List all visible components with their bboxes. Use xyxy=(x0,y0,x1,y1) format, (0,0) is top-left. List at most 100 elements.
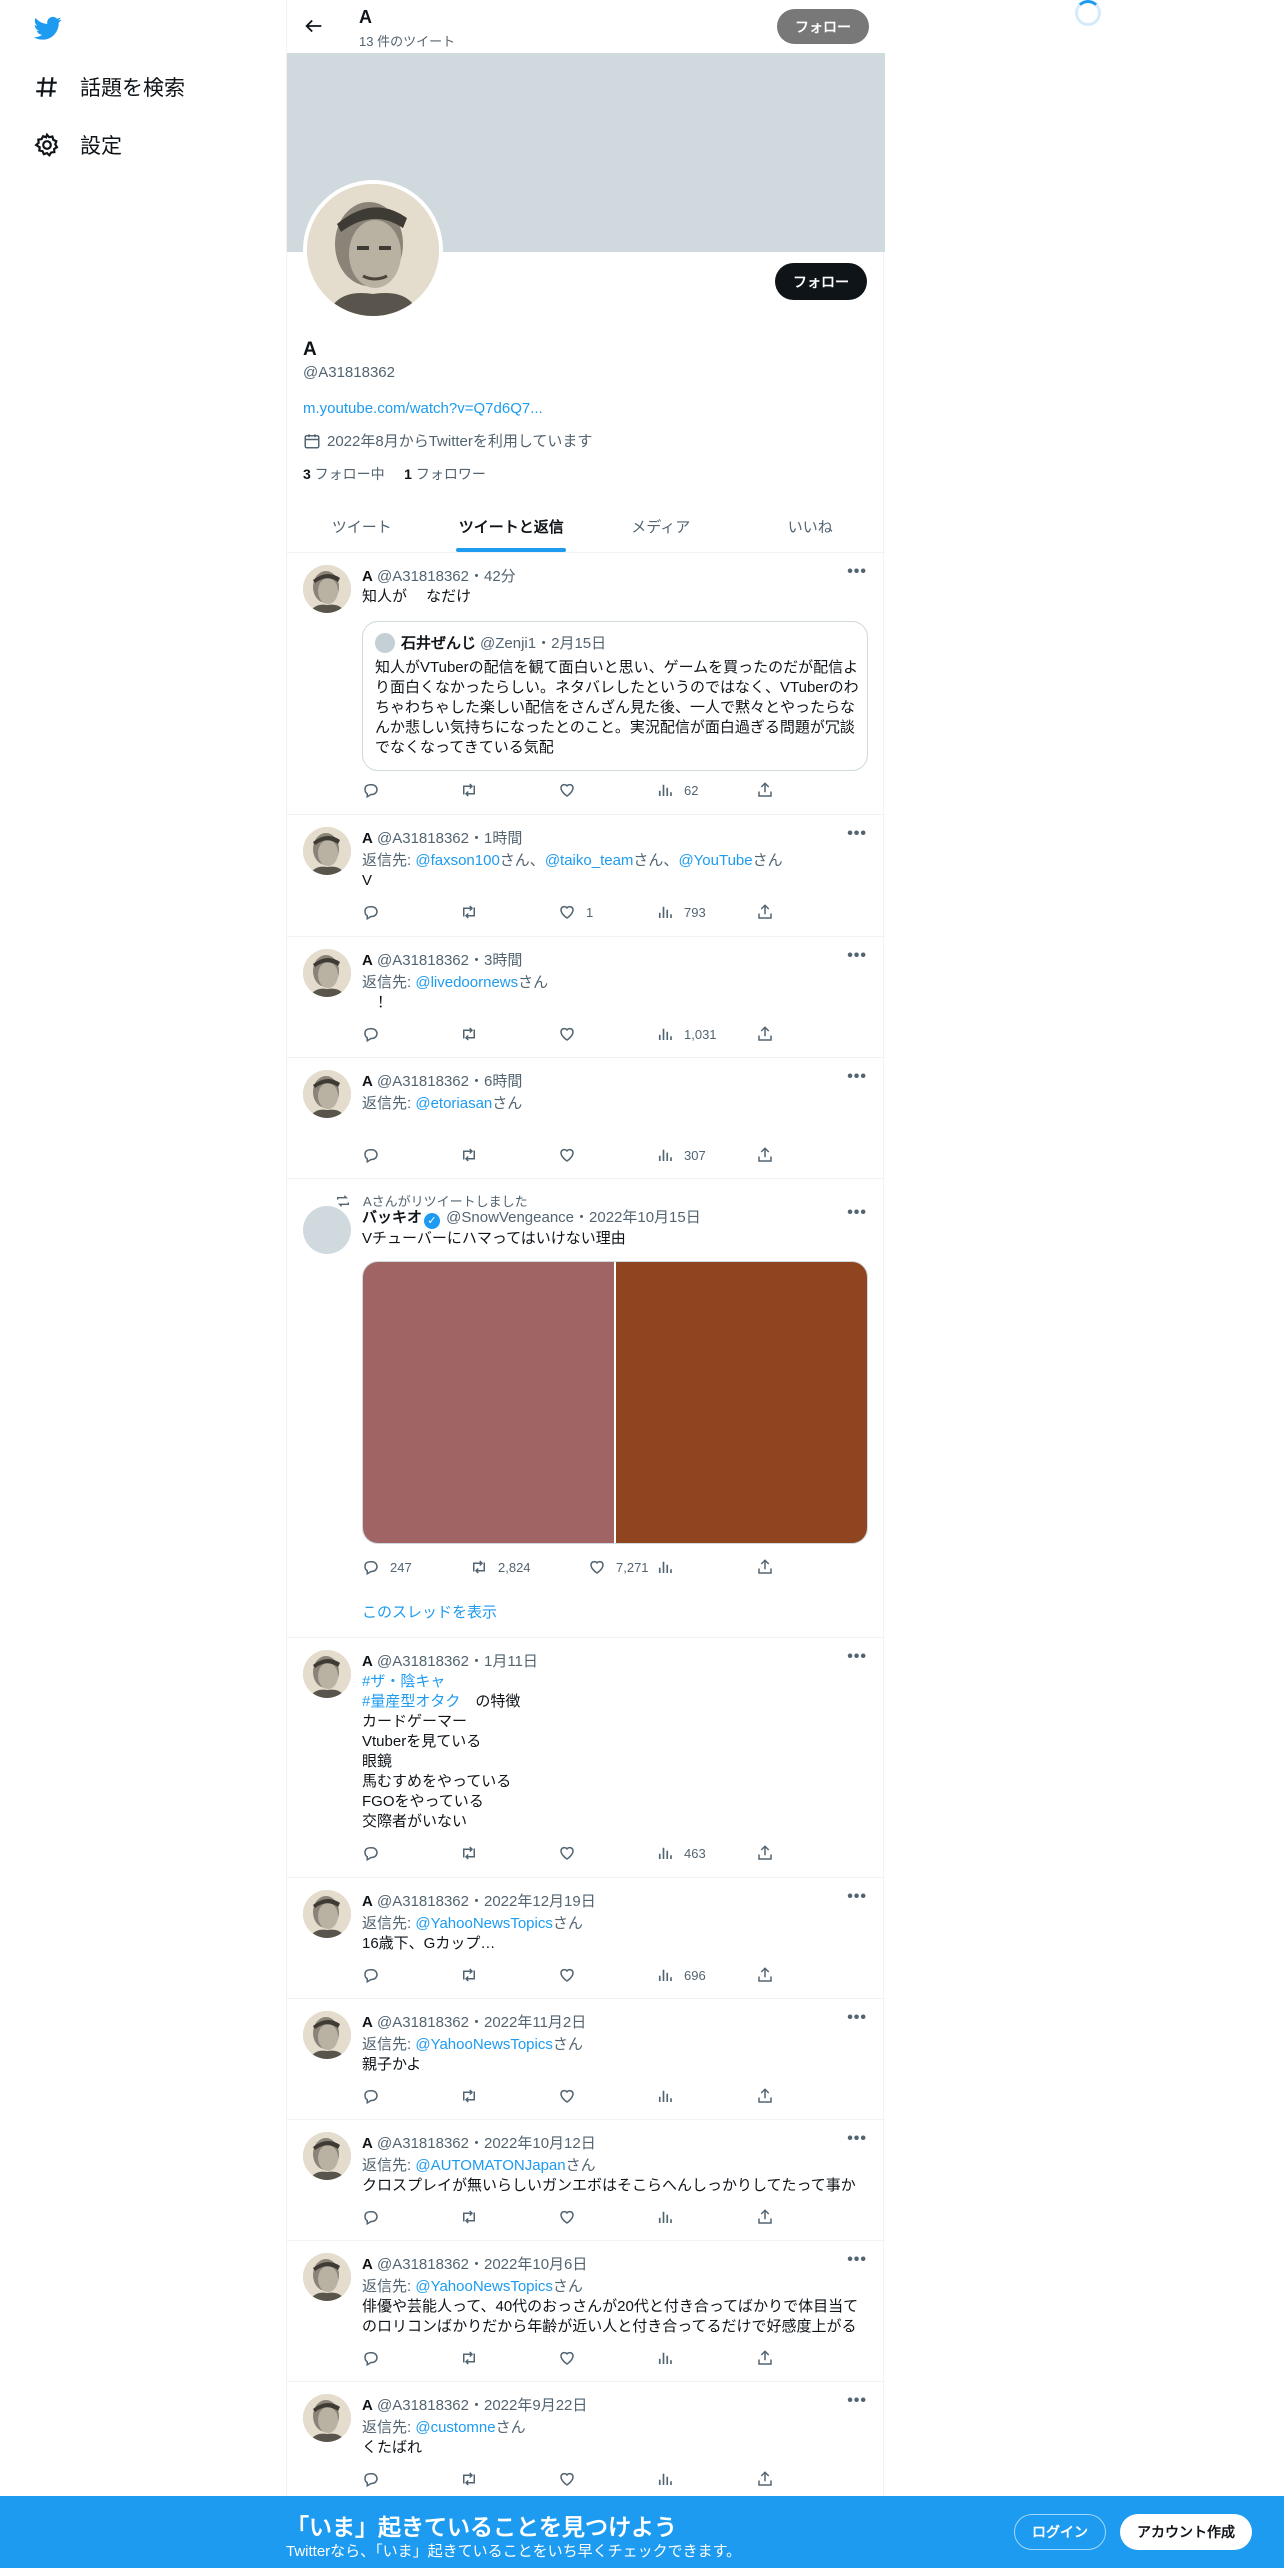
reply-button[interactable] xyxy=(362,1844,390,1862)
following-link[interactable]: 3 フォロー中 xyxy=(303,466,385,482)
reply-button[interactable] xyxy=(362,1966,390,1984)
reply-button[interactable] xyxy=(362,2087,390,2105)
share-button[interactable] xyxy=(756,1025,784,1043)
tab-media[interactable]: メディア xyxy=(586,500,736,552)
mention-link[interactable]: @YahooNewsTopics xyxy=(415,1915,553,1932)
retweet-button[interactable] xyxy=(460,2208,488,2226)
retweet-button[interactable] xyxy=(460,1844,488,1862)
retweet-button[interactable] xyxy=(460,781,488,799)
share-button[interactable] xyxy=(756,781,784,799)
tweet-item[interactable]: A @A31818362・2022年10月6日 ••• 返信先: @YahooN… xyxy=(287,2241,885,2382)
header-follow-button[interactable]: フォロー xyxy=(777,9,869,44)
more-icon[interactable]: ••• xyxy=(847,825,867,843)
like-button[interactable]: 1 xyxy=(558,903,593,921)
mention-link[interactable]: @AUTOMATONJapan xyxy=(415,2157,565,2174)
tweet-item[interactable]: A @A31818362・1月11日 ••• #ザ・陰キャ #量産型オタク の特… xyxy=(287,1638,885,1878)
follow-button[interactable]: フォロー xyxy=(775,263,867,300)
reply-button[interactable]: 247 xyxy=(362,1558,412,1576)
views-button[interactable] xyxy=(656,1558,684,1576)
views-button[interactable]: 696 xyxy=(656,1966,706,1984)
share-button[interactable] xyxy=(756,1966,784,1984)
tweet-item[interactable]: A @A31818362・42分 ••• 知人が なだけ 石井ぜんじ @Zenji… xyxy=(287,553,885,815)
avatar[interactable] xyxy=(303,1890,351,1938)
followers-link[interactable]: 1 フォロワー xyxy=(404,466,486,482)
twitter-logo-icon[interactable] xyxy=(32,14,64,42)
mention-link[interactable]: @YahooNewsTopics xyxy=(415,2036,553,2053)
media-image-right[interactable] xyxy=(616,1262,867,1543)
reply-button[interactable] xyxy=(362,1025,390,1043)
views-button[interactable]: 793 xyxy=(656,903,706,921)
tweet-item[interactable]: A @A31818362・6時間 ••• 返信先: @etoriasanさん 3… xyxy=(287,1058,885,1179)
retweet-button[interactable] xyxy=(460,2470,488,2488)
like-button[interactable] xyxy=(558,2470,586,2488)
profile-avatar[interactable] xyxy=(303,180,443,320)
mention-link[interactable]: @faxson100 xyxy=(415,852,499,869)
avatar[interactable] xyxy=(303,1206,351,1254)
tab-tweets-and-replies[interactable]: ツイートと返信 xyxy=(437,500,587,552)
quoted-tweet[interactable]: 石井ぜんじ @Zenji1・2月15日 知人がVTuberの配信を観て面白いと思い… xyxy=(362,621,868,771)
more-icon[interactable]: ••• xyxy=(847,1648,867,1666)
share-button[interactable] xyxy=(756,1844,784,1862)
more-icon[interactable]: ••• xyxy=(847,2130,867,2148)
more-icon[interactable]: ••• xyxy=(847,1204,867,1222)
share-button[interactable] xyxy=(756,1558,784,1576)
tweet-item[interactable]: A @A31818362・2022年9月22日 ••• 返信先: @custom… xyxy=(287,2382,885,2503)
reply-button[interactable] xyxy=(362,1146,390,1164)
tweet-item[interactable]: A @A31818362・2022年12月19日 ••• 返信先: @Yahoo… xyxy=(287,1878,885,1999)
profile-link[interactable]: m.youtube.com/watch?v=Q7d6Q7... xyxy=(303,400,543,417)
views-button[interactable]: 463 xyxy=(656,1844,706,1862)
mention-link[interactable]: @YouTube xyxy=(678,852,752,869)
tweet-item[interactable]: Aさんがリツイートしました バッキオ ✓ @SnowVengeance・2022年… xyxy=(287,1179,885,1638)
retweet-button[interactable] xyxy=(460,1146,488,1164)
avatar[interactable] xyxy=(303,1650,351,1698)
nav-explore[interactable]: 話題を検索 xyxy=(34,72,185,102)
more-icon[interactable]: ••• xyxy=(847,2009,867,2027)
nav-settings[interactable]: 設定 xyxy=(34,130,122,160)
like-button[interactable]: 7,271 xyxy=(588,1558,649,1576)
mention-link[interactable]: @taiko_team xyxy=(545,852,634,869)
avatar[interactable] xyxy=(303,827,351,875)
retweet-button[interactable] xyxy=(460,2087,488,2105)
mention-link[interactable]: @livedoornews xyxy=(415,974,518,991)
avatar[interactable] xyxy=(303,2253,351,2301)
signup-button[interactable]: アカウント作成 xyxy=(1120,2514,1252,2550)
avatar[interactable] xyxy=(303,2132,351,2180)
tweet-item[interactable]: A @A31818362・2022年11月2日 ••• 返信先: @YahooN… xyxy=(287,1999,885,2120)
hashtag-link[interactable]: #ザ・陰キャ xyxy=(362,1673,445,1690)
reply-button[interactable] xyxy=(362,2208,390,2226)
more-icon[interactable]: ••• xyxy=(847,947,867,965)
retweet-button[interactable]: 2,824 xyxy=(470,1558,531,1576)
tweet-item[interactable]: A @A31818362・1時間 ••• 返信先: @faxson100さん、@… xyxy=(287,815,885,937)
tab-tweets[interactable]: ツイート xyxy=(287,500,437,552)
tweet-item[interactable]: A @A31818362・3時間 ••• 返信先: @livedoornewsさ… xyxy=(287,937,885,1058)
views-button[interactable] xyxy=(656,2349,684,2367)
show-thread-link[interactable]: このスレッドを表示 xyxy=(362,1601,497,1622)
more-icon[interactable]: ••• xyxy=(847,2392,867,2410)
tweet-media[interactable] xyxy=(362,1261,868,1544)
reply-button[interactable] xyxy=(362,903,390,921)
hashtag-link[interactable]: #量産型オタク xyxy=(362,1693,460,1710)
retweet-button[interactable] xyxy=(460,2349,488,2367)
retweet-button[interactable] xyxy=(460,1966,488,1984)
mention-link[interactable]: @customne xyxy=(415,2419,495,2436)
share-button[interactable] xyxy=(756,2208,784,2226)
views-button[interactable] xyxy=(656,2087,684,2105)
share-button[interactable] xyxy=(756,903,784,921)
views-button[interactable] xyxy=(656,2470,684,2488)
avatar[interactable] xyxy=(303,1070,351,1118)
tweet-item[interactable]: A @A31818362・2022年10月12日 ••• 返信先: @AUTOM… xyxy=(287,2120,885,2241)
retweet-button[interactable] xyxy=(460,1025,488,1043)
views-button[interactable] xyxy=(656,2208,684,2226)
views-button[interactable]: 307 xyxy=(656,1146,706,1164)
more-icon[interactable]: ••• xyxy=(847,1068,867,1086)
share-button[interactable] xyxy=(756,2349,784,2367)
like-button[interactable] xyxy=(558,1844,586,1862)
mention-link[interactable]: @etoriasan xyxy=(415,1095,492,1112)
like-button[interactable] xyxy=(558,2208,586,2226)
avatar[interactable] xyxy=(303,949,351,997)
like-button[interactable] xyxy=(558,2087,586,2105)
more-icon[interactable]: ••• xyxy=(847,1888,867,1906)
more-icon[interactable]: ••• xyxy=(847,2251,867,2269)
like-button[interactable] xyxy=(558,2349,586,2367)
like-button[interactable] xyxy=(558,1025,586,1043)
